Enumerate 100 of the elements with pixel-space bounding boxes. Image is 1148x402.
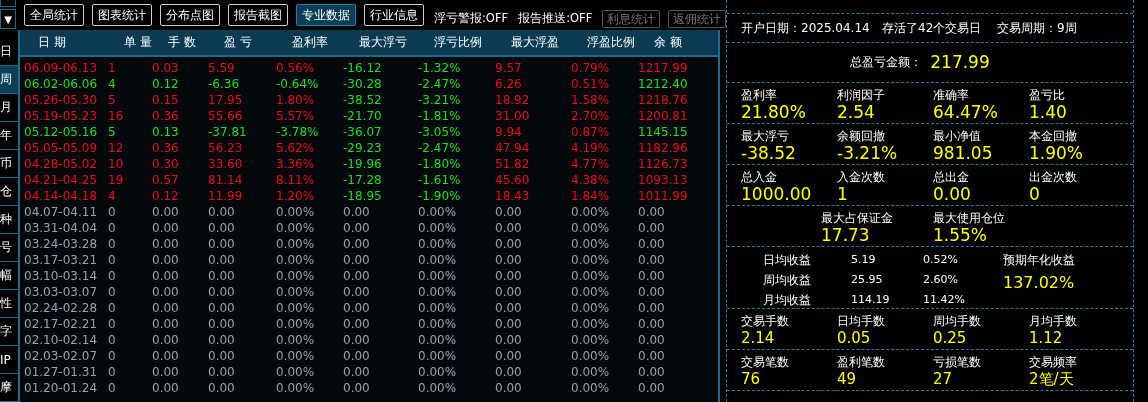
table-cell-text: 0.00 bbox=[152, 300, 180, 316]
table-cell-text: -2.47% bbox=[418, 76, 462, 92]
table-cell-text: 0.00 bbox=[638, 348, 666, 364]
table-cell-text: 0.00% bbox=[276, 348, 316, 364]
table-cell-text: 0.00 bbox=[208, 236, 236, 252]
table-cell-text: 4 bbox=[108, 76, 117, 92]
stat-value: 1.90% bbox=[1029, 143, 1084, 163]
toolbar-button[interactable]: 分布点图 bbox=[160, 4, 220, 26]
table-cell-text: 5.59 bbox=[208, 60, 236, 76]
table-cell-text: 0.00 bbox=[638, 204, 666, 220]
table-cell-text: 0.00 bbox=[638, 268, 666, 284]
table-cell-text: 0.00 bbox=[638, 236, 666, 252]
table-cell-text: 12 bbox=[108, 140, 125, 156]
table-cell-text: 0.00 bbox=[638, 300, 666, 316]
table-cell-text: 1093.13 bbox=[638, 172, 689, 188]
toggle-label[interactable]: 浮亏警报:OFF bbox=[434, 11, 509, 26]
table-cell-text: 0.36 bbox=[152, 140, 180, 156]
table-cell-text: 0.00 bbox=[208, 220, 236, 236]
stat-label: 亏损笔数 bbox=[933, 353, 982, 370]
table-cell-text: 04.21-04.25 bbox=[24, 172, 99, 188]
table-cell-text: 47.94 bbox=[495, 140, 531, 156]
stat-label: 总出金 bbox=[933, 168, 970, 185]
table-cell-text: 0.00 bbox=[638, 220, 666, 236]
table-cell-text: 0.00% bbox=[418, 380, 458, 396]
table-cell-text: 0.00 bbox=[208, 380, 236, 396]
column-header: 浮盈比例 bbox=[586, 34, 636, 51]
sidebar-tab[interactable]: 周 bbox=[0, 66, 18, 94]
stat-label: 交易笔数 bbox=[741, 353, 790, 370]
table-cell-text: 0.00 bbox=[638, 332, 666, 348]
table-cell-text: 0.00 bbox=[208, 332, 236, 348]
scroll-up-button[interactable] bbox=[0, 0, 16, 7]
table-cell-text: 0 bbox=[108, 220, 117, 236]
table-cell-text: 06.09-06.13 bbox=[24, 60, 99, 76]
table-cell-text: 11.99 bbox=[208, 188, 244, 204]
table-cell-text: 19 bbox=[108, 172, 125, 188]
toolbar-button[interactable]: 图表统计 bbox=[92, 4, 152, 26]
annualized-label: 预期年化收益 bbox=[1003, 251, 1075, 269]
toolbar-button[interactable]: 全局统计 bbox=[24, 4, 84, 26]
average-percent: 2.60% bbox=[923, 271, 959, 288]
stat-label: 最小净值 bbox=[933, 127, 982, 144]
table-cell-text: 3.36% bbox=[276, 156, 316, 172]
table-cell-text: 33.60 bbox=[208, 156, 244, 172]
table-cell-text: 51.82 bbox=[495, 156, 531, 172]
table-cell-text: 0.13 bbox=[152, 124, 180, 140]
table-cell-text: 0.00 bbox=[152, 204, 180, 220]
table-cell-text: 0 bbox=[108, 268, 117, 284]
column-header: 浮亏比例 bbox=[433, 34, 483, 51]
table-cell-text: 1011.99 bbox=[638, 188, 689, 204]
stat-value: -38.52 bbox=[741, 143, 797, 163]
scroll-down-button[interactable]: ▼ bbox=[0, 9, 16, 29]
table-cell-text: 0.03 bbox=[152, 60, 180, 76]
table-cell-text: 0.00 bbox=[495, 268, 523, 284]
table-cell-text: 05.26-05.30 bbox=[24, 92, 99, 108]
toggle-label[interactable]: 报告推送:OFF bbox=[518, 11, 593, 26]
table-cell-text: -1.80% bbox=[418, 156, 462, 172]
table-cell-text: 0.00% bbox=[276, 204, 316, 220]
stat-value: -3.21% bbox=[837, 143, 899, 163]
table-cell-text: 0.00 bbox=[208, 284, 236, 300]
table-cell-text: 1217.99 bbox=[638, 60, 689, 76]
table-cell-text: 0.00 bbox=[152, 236, 180, 252]
table-cell-text: 1.58% bbox=[571, 92, 611, 108]
table-cell-text: 0.79% bbox=[571, 60, 611, 76]
table-cell-text: 02.10-02.14 bbox=[24, 332, 99, 348]
column-header: 余 额 bbox=[653, 34, 683, 51]
table-cell-text: 0.00 bbox=[152, 316, 180, 332]
table-cell-text: 5.62% bbox=[276, 140, 316, 156]
table-cell-text: -16.12 bbox=[343, 60, 383, 76]
table-cell-text: 4.38% bbox=[571, 172, 611, 188]
table-cell-text: 0.00% bbox=[571, 252, 611, 268]
table-cell-text: 03.24-03.28 bbox=[24, 236, 99, 252]
table-cell-text: 0.87% bbox=[571, 124, 611, 140]
table-cell-text: 0.00 bbox=[495, 300, 523, 316]
table-cell-text: 56.23 bbox=[208, 140, 244, 156]
toolbar-button[interactable]: 行业信息 bbox=[364, 4, 424, 26]
table-cell-text: 16 bbox=[108, 108, 125, 124]
table-cell-text: 0.00% bbox=[418, 220, 458, 236]
table-cell-text: 0.15 bbox=[152, 92, 180, 108]
table-cell-text: 03.17-03.21 bbox=[24, 252, 99, 268]
column-header: 盈 亏 bbox=[223, 34, 253, 51]
toolbar-button[interactable]: 专业数据 bbox=[296, 4, 356, 26]
table-cell-text: 0.00% bbox=[571, 220, 611, 236]
column-header: 盈利率 bbox=[291, 34, 329, 51]
table-cell-text: 0.00% bbox=[571, 204, 611, 220]
stat-value: 76 bbox=[741, 369, 762, 389]
table-cell-text: 5.57% bbox=[276, 108, 316, 124]
table-cell-text: 0.00 bbox=[638, 252, 666, 268]
table-cell-text: 0.00 bbox=[152, 284, 180, 300]
table-cell-text: 02.17-02.21 bbox=[24, 316, 99, 332]
table-cell-text: 03.03-03.07 bbox=[24, 284, 99, 300]
table-cell-text: 02.03-02.07 bbox=[24, 348, 99, 364]
table-cell-text: 4 bbox=[108, 188, 117, 204]
table-cell-text: 0.00 bbox=[638, 380, 666, 396]
table-cell-text: 0 bbox=[108, 284, 117, 300]
table-cell-text: 1200.81 bbox=[638, 108, 689, 124]
toolbar-button[interactable]: 报告截图 bbox=[228, 4, 288, 26]
table-cell-text: 0.00 bbox=[208, 204, 236, 220]
table-cell-text: 0.00% bbox=[571, 332, 611, 348]
average-label: 日均收益 bbox=[763, 251, 812, 268]
table-cell-text: 0 bbox=[108, 236, 117, 252]
table-cell-text: 0.00% bbox=[418, 204, 458, 220]
